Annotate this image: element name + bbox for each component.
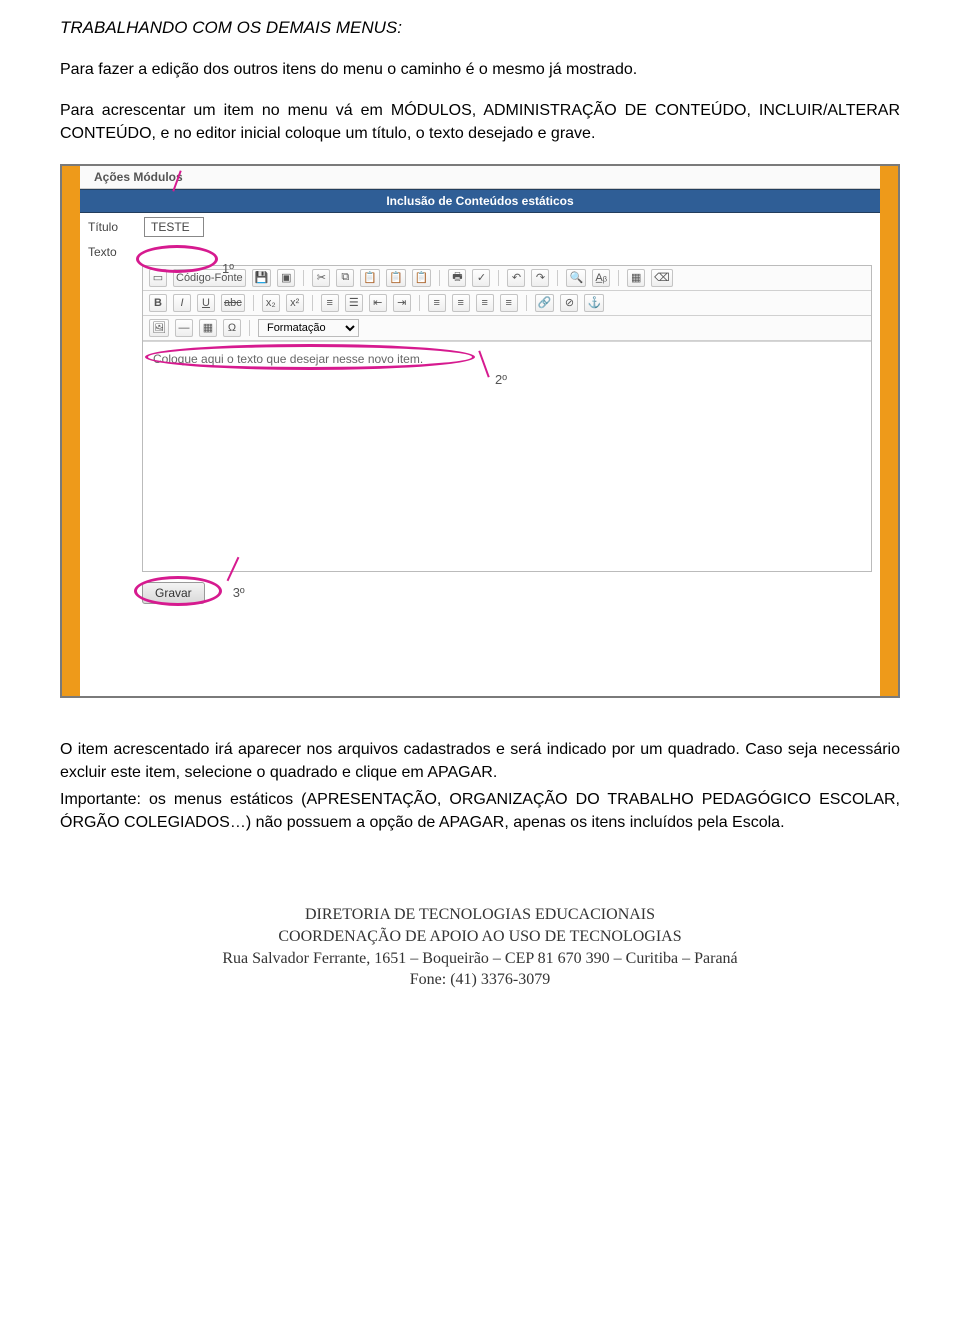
- underline-icon[interactable]: U: [197, 294, 215, 312]
- hr-icon[interactable]: —: [175, 319, 193, 337]
- paste-word-icon[interactable]: 📋: [386, 269, 406, 287]
- annotation-oval-3: [134, 576, 222, 606]
- preview-icon[interactable]: ▣: [277, 269, 295, 287]
- remove-format-icon[interactable]: ⌫: [651, 269, 673, 287]
- menu-strip: Ações Módulos: [80, 166, 880, 189]
- save-icon[interactable]: 💾: [252, 269, 272, 287]
- blue-title-bar: Inclusão de Conteúdos estáticos: [80, 189, 880, 213]
- ul-icon[interactable]: ☰: [345, 294, 363, 312]
- footer-line-2: COORDENAÇÃO DE APOIO AO USO DE TECNOLOGI…: [60, 926, 900, 948]
- copy-icon[interactable]: ⧉: [336, 269, 354, 287]
- editor-body[interactable]: Coloque aqui o texto que desejar nesse n…: [143, 341, 871, 571]
- outdent-icon[interactable]: ⇤: [369, 294, 387, 312]
- titulo-row: Título TESTE: [80, 213, 880, 241]
- select-all-icon[interactable]: ▦: [627, 269, 645, 287]
- toolbar-row-1: ▭ Código-Fonte 💾 ▣ ✂ ⧉ 📋 📋 📋 🖶 ✓ ↶ ↷: [143, 266, 871, 291]
- link-icon[interactable]: 🔗: [535, 294, 555, 312]
- embedded-screenshot: Ações Módulos Inclusão de Conteúdos está…: [60, 164, 900, 698]
- step-number-1: 1º: [222, 261, 234, 276]
- table-icon[interactable]: ▦: [199, 319, 217, 337]
- texto-label: Texto: [88, 245, 144, 259]
- screenshot-inner: Ações Módulos Inclusão de Conteúdos está…: [62, 166, 898, 696]
- annotation-oval-2: [145, 344, 475, 370]
- undo-icon[interactable]: ↶: [507, 269, 525, 287]
- strike-icon[interactable]: abc: [221, 294, 245, 312]
- explain-para-1: O item acrescentado irá aparecer nos arq…: [60, 738, 900, 784]
- find-icon[interactable]: 🔍: [566, 269, 586, 287]
- cut-icon[interactable]: ✂: [312, 269, 330, 287]
- section-heading: TRABALHANDO COM OS DEMAIS MENUS:: [60, 18, 900, 38]
- toolbar-row-3: 🖼 — ▦ Ω Formatação: [143, 316, 871, 341]
- titulo-label: Título: [88, 220, 144, 234]
- explain-para-2: Importante: os menus estáticos (APRESENT…: [60, 788, 900, 834]
- align-left-icon[interactable]: ≡: [428, 294, 446, 312]
- step-number-2: 2º: [495, 372, 507, 387]
- titulo-input[interactable]: TESTE: [144, 217, 204, 237]
- editor-area: ▭ Código-Fonte 💾 ▣ ✂ ⧉ 📋 📋 📋 🖶 ✓ ↶ ↷: [142, 265, 872, 572]
- redo-icon[interactable]: ↷: [531, 269, 549, 287]
- align-center-icon[interactable]: ≡: [452, 294, 470, 312]
- spellcheck-icon[interactable]: ✓: [472, 269, 490, 287]
- unlink-icon[interactable]: ⊘: [560, 294, 578, 312]
- intro-para-1: Para fazer a edição dos outros itens do …: [60, 58, 900, 81]
- footer-line-3: Rua Salvador Ferrante, 1651 – Boqueirão …: [60, 948, 900, 970]
- subscript-icon[interactable]: x₂: [262, 294, 280, 312]
- intro-para-2: Para acrescentar um item no menu vá em M…: [60, 99, 900, 145]
- paste-plain-icon[interactable]: 📋: [412, 269, 432, 287]
- image-icon[interactable]: 🖼: [149, 319, 169, 337]
- new-doc-icon[interactable]: ▭: [149, 269, 167, 287]
- italic-icon[interactable]: I: [173, 294, 191, 312]
- source-button[interactable]: Código-Fonte: [173, 269, 246, 287]
- align-right-icon[interactable]: ≡: [476, 294, 494, 312]
- texto-row: Texto: [80, 241, 880, 263]
- footer-line-4: Fone: (41) 3376-3079: [60, 969, 900, 991]
- justify-icon[interactable]: ≡: [500, 294, 518, 312]
- paste-icon[interactable]: 📋: [360, 269, 380, 287]
- format-select[interactable]: Formatação: [258, 319, 359, 337]
- step-number-3: 3º: [233, 585, 245, 600]
- anchor-icon[interactable]: ⚓: [584, 294, 604, 312]
- toolbar-row-2: B I U abc x₂ x² ≡ ☰ ⇤ ⇥ ≡ ≡ ≡ ≡: [143, 291, 871, 316]
- ol-icon[interactable]: ≡: [321, 294, 339, 312]
- replace-icon[interactable]: A̲ᵦ: [592, 269, 610, 287]
- special-char-icon[interactable]: Ω: [223, 319, 241, 337]
- footer-line-1: DIRETORIA DE TECNOLOGIAS EDUCACIONAIS: [60, 904, 900, 926]
- print-icon[interactable]: 🖶: [448, 269, 466, 287]
- bold-icon[interactable]: B: [149, 294, 167, 312]
- footer: DIRETORIA DE TECNOLOGIAS EDUCACIONAIS CO…: [60, 904, 900, 990]
- annotation-arrow-2: [478, 350, 489, 377]
- bottom-bar: Gravar 3º: [80, 578, 880, 610]
- superscript-icon[interactable]: x²: [286, 294, 304, 312]
- indent-icon[interactable]: ⇥: [393, 294, 411, 312]
